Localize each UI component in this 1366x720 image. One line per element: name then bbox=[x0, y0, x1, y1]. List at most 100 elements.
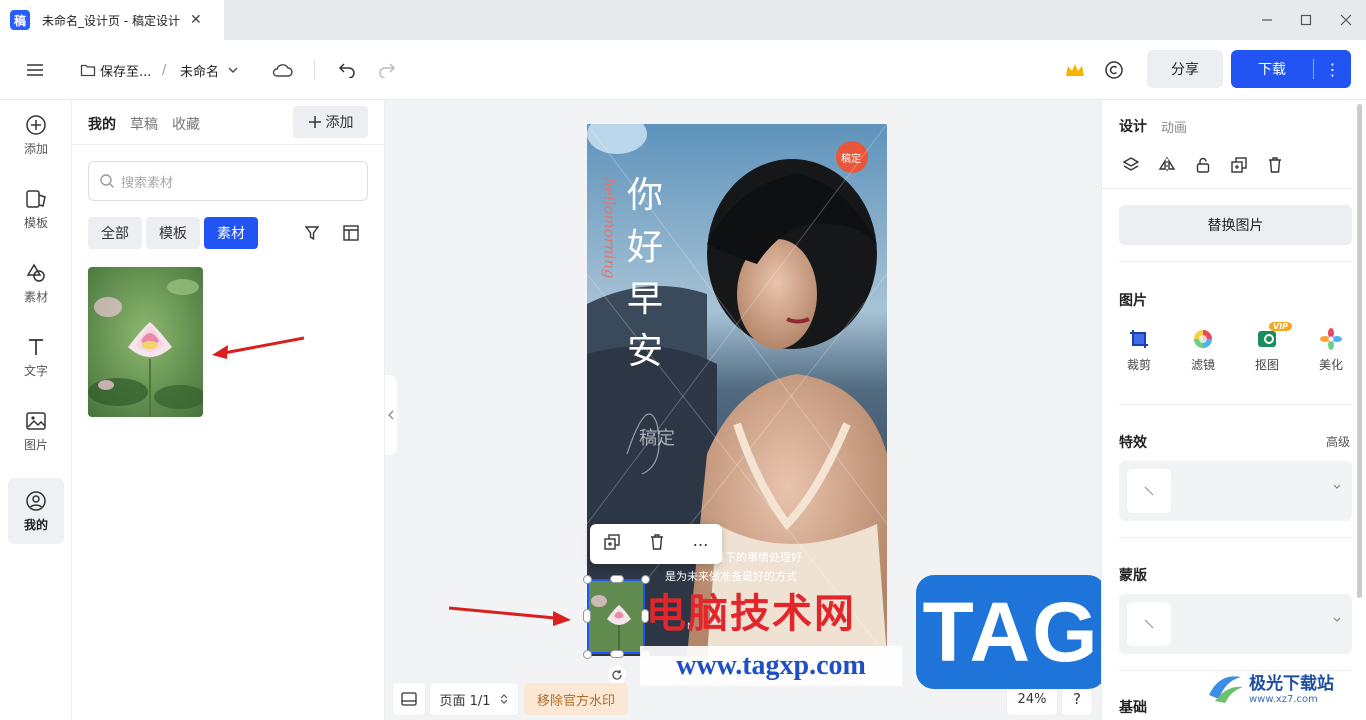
collapse-panel-icon[interactable] bbox=[385, 375, 397, 455]
delete-icon[interactable] bbox=[1264, 154, 1286, 176]
section-basic-title: 基础 bbox=[1119, 700, 1147, 716]
rail-label: 素材 bbox=[23, 289, 48, 304]
search-input[interactable]: 搜索素材 bbox=[88, 161, 368, 201]
panel-scrollbar[interactable] bbox=[1357, 104, 1362, 598]
effects-advanced-link[interactable]: 高级 bbox=[1326, 433, 1350, 450]
folder-icon bbox=[80, 64, 96, 77]
lotus-image bbox=[589, 581, 643, 652]
duplicate-icon[interactable] bbox=[603, 533, 621, 555]
filter-chip-all[interactable]: 全部 bbox=[88, 217, 142, 249]
chevron-down-icon bbox=[1332, 614, 1342, 628]
filter-chip-material[interactable]: 素材 bbox=[204, 217, 258, 249]
minimize-icon[interactable] bbox=[1247, 0, 1287, 40]
download-more-icon[interactable]: ⋮ bbox=[1314, 60, 1351, 79]
flip-icon[interactable] bbox=[1156, 154, 1178, 176]
tool-filter[interactable]: 滤镜 bbox=[1183, 328, 1223, 373]
layout-icon[interactable] bbox=[342, 224, 360, 246]
more-icon[interactable]: ⋯ bbox=[693, 535, 709, 554]
add-label: 添加 bbox=[325, 115, 354, 131]
tool-beautify[interactable]: 美化 bbox=[1311, 328, 1351, 373]
duplicate-icon[interactable] bbox=[1228, 154, 1250, 176]
overlay-url: www.tagxp.com bbox=[640, 646, 902, 686]
page-thumbnails-icon[interactable] bbox=[393, 683, 425, 715]
tab-close-icon[interactable]: ✕ bbox=[190, 12, 202, 28]
chevron-down-icon bbox=[1332, 481, 1342, 495]
tab-mine[interactable]: 我的 bbox=[88, 114, 116, 134]
delete-icon[interactable] bbox=[648, 533, 666, 555]
window-close-icon[interactable] bbox=[1326, 0, 1366, 40]
doc-name-dropdown[interactable]: 未命名 bbox=[180, 40, 239, 100]
poster-title-char: 安 bbox=[627, 331, 664, 372]
selected-image-lotus[interactable] bbox=[587, 579, 645, 654]
rotate-icon[interactable] bbox=[608, 666, 626, 684]
mask-swatch bbox=[1127, 602, 1171, 646]
panel-divider bbox=[1119, 537, 1352, 538]
remove-watermark-button[interactable]: 移除官方水印 bbox=[524, 683, 628, 715]
vip-badge: VIP bbox=[1269, 322, 1293, 331]
redo-icon[interactable] bbox=[378, 40, 396, 100]
corner-watermark: 极光下载站 www.xz7.com bbox=[1205, 662, 1360, 712]
layers-icon[interactable] bbox=[1120, 154, 1142, 176]
filter-chip-template[interactable]: 模板 bbox=[146, 217, 200, 249]
rail-item-material[interactable]: 素材 bbox=[8, 250, 64, 316]
lock-icon[interactable] bbox=[1192, 154, 1214, 176]
tab-drafts[interactable]: 草稿 bbox=[130, 114, 158, 134]
browser-tab[interactable]: 稿 未命名_设计页 - 稿定设计 ✕ bbox=[0, 0, 224, 40]
tool-crop[interactable]: 裁剪 bbox=[1119, 328, 1159, 373]
funnel-icon[interactable] bbox=[303, 224, 321, 246]
resize-handle[interactable] bbox=[610, 650, 624, 658]
rail-item-mine[interactable]: 我的 bbox=[8, 478, 64, 544]
rail-item-text[interactable]: 文字 bbox=[8, 324, 64, 390]
lotus-image bbox=[88, 267, 203, 417]
tool-cutout[interactable]: 抠图 VIP bbox=[1247, 322, 1293, 373]
chevron-down-icon bbox=[228, 67, 238, 73]
rail-item-add[interactable]: 添加 bbox=[8, 102, 64, 168]
tab-animation[interactable]: 动画 bbox=[1161, 116, 1187, 136]
resize-handle[interactable] bbox=[610, 575, 624, 583]
share-button[interactable]: 分享 bbox=[1147, 50, 1223, 88]
maximize-icon[interactable] bbox=[1286, 0, 1326, 40]
tab-design[interactable]: 设计 bbox=[1119, 116, 1147, 136]
crop-icon bbox=[1130, 330, 1148, 348]
mask-dropdown[interactable] bbox=[1119, 594, 1352, 654]
tool-label: 美化 bbox=[1318, 358, 1343, 372]
resize-handle[interactable] bbox=[583, 650, 592, 659]
vip-crown-icon[interactable] bbox=[1064, 40, 1086, 100]
effects-dropdown[interactable] bbox=[1119, 461, 1352, 521]
download-label: 下载 bbox=[1258, 62, 1286, 78]
menu-icon[interactable] bbox=[26, 40, 44, 100]
chevron-updown-icon bbox=[500, 694, 507, 704]
properties-panel: 设计 动画 替换图片 图片 裁剪 滤镜 抠图 VIP 美化 特效 高级 蒙版 基… bbox=[1101, 100, 1366, 720]
app-logo-icon: 稿 bbox=[10, 10, 30, 30]
resize-handle[interactable] bbox=[583, 609, 591, 623]
resize-handle[interactable] bbox=[583, 575, 592, 584]
rail-item-template[interactable]: 模板 bbox=[8, 176, 64, 242]
overlay-tag-logo: TAG bbox=[916, 575, 1106, 689]
panel-divider bbox=[72, 144, 385, 145]
asset-thumbnail-lotus[interactable] bbox=[88, 267, 203, 417]
cutout-icon bbox=[1258, 331, 1276, 347]
poster-badge: 稿定 bbox=[841, 154, 861, 165]
replace-image-button[interactable]: 替换图片 bbox=[1119, 205, 1352, 245]
panel-divider bbox=[1102, 188, 1352, 189]
doc-name: 未命名 bbox=[180, 64, 220, 80]
breadcrumb-separator: / bbox=[162, 62, 167, 78]
properties-tabs: 设计 动画 bbox=[1119, 116, 1187, 136]
add-button[interactable]: 添加 bbox=[293, 106, 368, 138]
download-button[interactable]: 下载 ⋮ bbox=[1231, 50, 1351, 88]
undo-icon[interactable] bbox=[338, 40, 356, 100]
copyright-icon[interactable] bbox=[1104, 40, 1124, 100]
tab-favorites[interactable]: 收藏 bbox=[172, 114, 200, 134]
rail-item-image[interactable]: 图片 bbox=[8, 398, 64, 464]
cloud-save-icon[interactable] bbox=[271, 40, 293, 100]
poster-title-char: 早 bbox=[627, 279, 664, 320]
search-icon bbox=[100, 174, 114, 188]
save-to-button[interactable]: 保存至... bbox=[80, 40, 151, 100]
effects-swatch bbox=[1127, 469, 1171, 513]
toolbar-divider bbox=[314, 60, 315, 80]
rail-label: 添加 bbox=[23, 141, 48, 156]
page-indicator[interactable]: 页面 1/1 bbox=[430, 683, 518, 715]
panel-tabs: 我的 草稿 收藏 bbox=[88, 114, 200, 134]
overlay-site-name: 电脑技术网 bbox=[646, 590, 856, 637]
poster-design[interactable]: 稿定 hellomorning 你 好 早 安 稿定 把当下的事情处理好 是为未… bbox=[587, 124, 887, 656]
